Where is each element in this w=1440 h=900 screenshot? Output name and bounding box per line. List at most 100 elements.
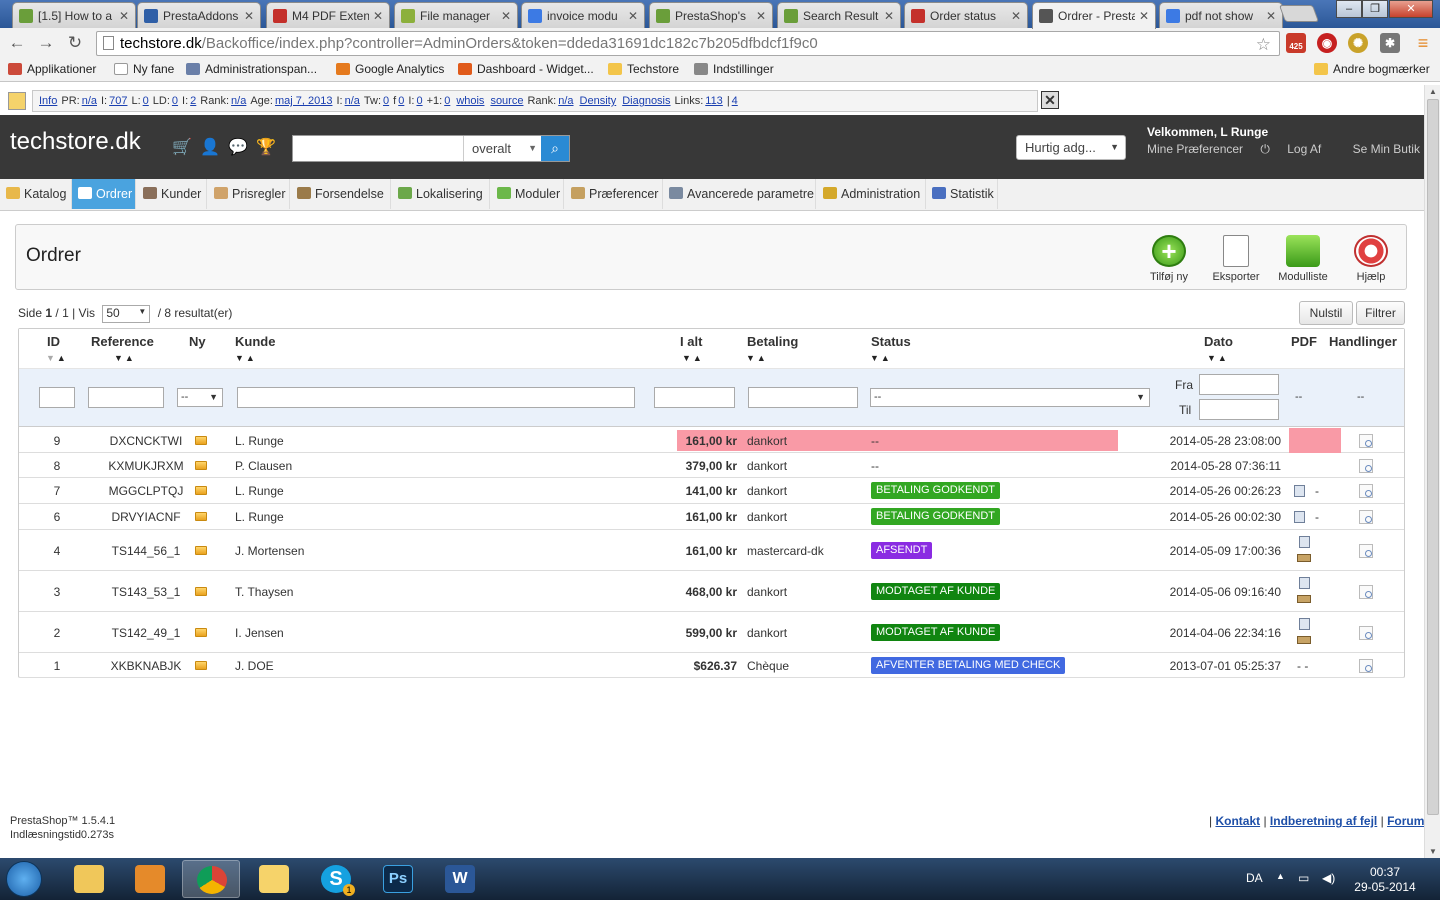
- tray-expand-icon[interactable]: ▲: [1276, 871, 1285, 881]
- browser-tab[interactable]: PrestaAddons ✕: [137, 2, 261, 28]
- browser-tab[interactable]: Order status ✕: [904, 2, 1028, 28]
- view-order-icon[interactable]: [1359, 459, 1373, 473]
- menu-item-forsendelse[interactable]: Forsendelse: [291, 179, 391, 209]
- seo-item-link[interactable]: 0: [143, 95, 149, 107]
- back-icon[interactable]: ←: [7, 33, 27, 53]
- language-indicator[interactable]: DA: [1246, 871, 1263, 885]
- reset-button[interactable]: Nulstil: [1299, 301, 1353, 325]
- seo-close-icon[interactable]: ✕: [1041, 91, 1059, 109]
- seo-item-link[interactable]: 2: [190, 95, 196, 107]
- seo-item-link[interactable]: n/a: [82, 95, 97, 107]
- start-button[interactable]: [6, 861, 42, 897]
- sort-arrows-reference[interactable]: ▼▲: [114, 353, 136, 363]
- bookmark-analytics[interactable]: Google Analytics: [336, 62, 444, 76]
- module-list-button[interactable]: Modulliste: [1268, 235, 1338, 283]
- browser-tab[interactable]: PrestaShop's ✕: [649, 2, 773, 28]
- bookmark-techstore[interactable]: Techstore: [608, 62, 679, 76]
- seo-item-link[interactable]: maj 7, 2013: [275, 95, 332, 107]
- forum-link[interactable]: Forum: [1387, 814, 1424, 828]
- scrollbar-thumb[interactable]: [1427, 99, 1439, 815]
- logout-link[interactable]: ⏻ Log Af: [1260, 142, 1335, 156]
- filter-id-input[interactable]: [39, 387, 75, 408]
- forward-icon[interactable]: →: [36, 33, 56, 53]
- adblock-extension-icon[interactable]: ◉: [1317, 33, 1337, 53]
- taskbar-word[interactable]: W: [431, 860, 489, 898]
- seo-item-link[interactable]: 707: [109, 95, 127, 107]
- tab-close-icon[interactable]: ✕: [373, 9, 383, 23]
- menu-item-avancerede-parametre[interactable]: Avancerede parametre: [663, 179, 816, 209]
- maximize-button[interactable]: ❐: [1362, 0, 1388, 18]
- delivery-slip-icon[interactable]: [1297, 554, 1311, 562]
- scroll-up-icon[interactable]: ▲: [1425, 87, 1440, 96]
- sort-arrows-payment[interactable]: ▼▲: [746, 353, 768, 363]
- gmail-extension-icon[interactable]: 425: [1286, 33, 1306, 53]
- tab-close-icon[interactable]: ✕: [1011, 9, 1021, 23]
- seo-item-link[interactable]: n/a: [231, 95, 246, 107]
- table-row[interactable]: 4 TS144_56_1 J. Mortensen 161,00 kr masterca…: [19, 530, 1404, 571]
- browser-tab[interactable]: [1.5] How to a ✕: [12, 2, 136, 28]
- search-scope-select[interactable]: overalt ▼: [463, 136, 541, 161]
- filter-ny-select[interactable]: -- ▼: [177, 388, 223, 407]
- tab-close-icon[interactable]: ✕: [119, 9, 129, 23]
- tab-close-icon[interactable]: ✕: [756, 9, 766, 23]
- table-row[interactable]: 1 XKBKNABJK J. DOE $626.37 Chèque AFVENTER BE…: [19, 653, 1404, 678]
- trophy-icon[interactable]: 🏆: [256, 137, 276, 157]
- table-row[interactable]: 2 TS142_49_1 I. Jensen 599,00 kr dankort MODT…: [19, 612, 1404, 653]
- bookmark-new-tab[interactable]: Ny fane: [114, 62, 174, 76]
- seo-item-link[interactable]: whois: [456, 95, 484, 107]
- per-page-select[interactable]: 50 ▼: [102, 305, 151, 323]
- invoice-pdf-icon[interactable]: [1294, 511, 1305, 523]
- new-tab-button[interactable]: [1278, 5, 1320, 22]
- address-bar[interactable]: techstore.dk/Backoffice/index.php?contro…: [96, 31, 1280, 56]
- chrome-menu-icon[interactable]: ≡: [1413, 33, 1433, 53]
- view-order-icon[interactable]: [1359, 544, 1373, 558]
- invoice-pdf-icon[interactable]: [1294, 485, 1305, 497]
- shop-logo[interactable]: techstore.dk: [10, 128, 141, 156]
- browser-tab[interactable]: Search Result ✕: [777, 2, 901, 28]
- sort-arrows-kunde[interactable]: ▼▲: [235, 353, 257, 363]
- table-row[interactable]: 9 DXCNCKTWI L. Runge 161,00 kr dankort -- 2014…: [19, 428, 1404, 453]
- menu-item-moduler[interactable]: Moduler: [491, 179, 564, 209]
- view-order-icon[interactable]: [1359, 484, 1373, 498]
- menu-item-statistik[interactable]: Statistik: [926, 179, 998, 209]
- add-new-button[interactable]: + Tilføj ny: [1134, 235, 1204, 283]
- bookmark-apps[interactable]: Applikationer: [8, 62, 96, 76]
- tab-close-icon[interactable]: ✕: [628, 9, 638, 23]
- seo-item-link[interactable]: Diagnosis: [622, 95, 670, 107]
- browser-tab[interactable]: Ordrer - Presta ✕: [1032, 2, 1156, 29]
- page-scrollbar[interactable]: ▲ ▼: [1424, 85, 1440, 858]
- contact-link[interactable]: Kontakt: [1215, 814, 1260, 828]
- bug-report-link[interactable]: Indberetning af fejl: [1270, 814, 1377, 828]
- network-icon[interactable]: ▭: [1298, 871, 1309, 885]
- minimize-button[interactable]: –: [1336, 0, 1362, 18]
- menu-item-prisregler[interactable]: Prisregler: [208, 179, 290, 209]
- seo-item-link[interactable]: n/a: [345, 95, 360, 107]
- filter-status-select[interactable]: -- ▼: [870, 388, 1150, 407]
- preferences-link[interactable]: Mine Præferencer: [1147, 142, 1243, 156]
- tab-close-icon[interactable]: ✕: [244, 9, 254, 23]
- seo-item-link[interactable]: n/a: [558, 95, 573, 107]
- invoice-pdf-icon[interactable]: [1299, 536, 1310, 548]
- tab-close-icon[interactable]: ✕: [501, 9, 511, 23]
- taskbar-explorer[interactable]: [60, 860, 118, 898]
- menu-item-lokalisering[interactable]: Lokalisering: [392, 179, 490, 209]
- taskbar-chrome[interactable]: [182, 860, 240, 898]
- search-button[interactable]: ⌕: [541, 136, 569, 161]
- reload-icon[interactable]: ↻: [65, 33, 85, 53]
- filter-payment-input[interactable]: [748, 387, 858, 408]
- invoice-pdf-icon[interactable]: [1299, 618, 1310, 630]
- bookmark-settings[interactable]: Indstillinger: [694, 62, 774, 76]
- bookmark-dashboard[interactable]: Dashboard - Widget...: [458, 62, 594, 76]
- bookmark-admin[interactable]: Administrationspan...: [186, 62, 317, 76]
- volume-icon[interactable]: ◀): [1322, 871, 1335, 885]
- filter-reference-input[interactable]: [88, 387, 164, 408]
- seo-item-link[interactable]: 0: [383, 95, 389, 107]
- browser-tab[interactable]: invoice modu ✕: [521, 2, 645, 28]
- view-order-icon[interactable]: [1359, 585, 1373, 599]
- seo-toolbar-icon[interactable]: [8, 92, 26, 110]
- sort-arrows-date[interactable]: ▼▲: [1207, 353, 1229, 363]
- seo-item-link[interactable]: 113: [705, 95, 723, 107]
- messages-icon[interactable]: 💬: [228, 137, 248, 157]
- customer-icon[interactable]: 👤: [200, 137, 220, 157]
- sort-arrows-total[interactable]: ▼▲: [682, 353, 704, 363]
